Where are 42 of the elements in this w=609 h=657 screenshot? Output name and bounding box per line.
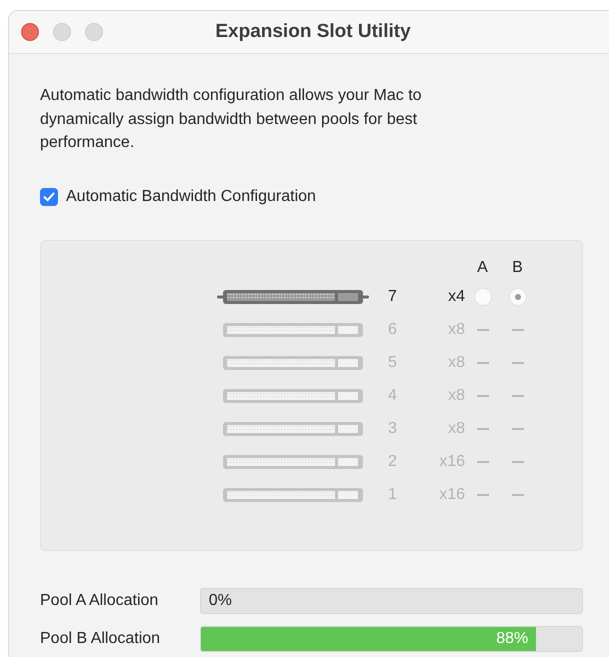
radio-button[interactable] (508, 288, 526, 306)
minimize-button[interactable] (53, 23, 71, 41)
pool-label: Pool B Allocation (40, 630, 162, 648)
lane-width: x16 (438, 486, 465, 504)
lane-width: x8 (447, 321, 465, 339)
column-header: A (476, 258, 489, 276)
dash-icon (512, 395, 524, 397)
slot-number: 5 (387, 354, 398, 372)
lane-width: x4 (447, 288, 465, 306)
dash-icon (512, 428, 524, 430)
allocation-reading: 88% (496, 628, 530, 648)
checkmark-icon (43, 192, 55, 202)
lane-width: x16 (438, 453, 465, 471)
slot-number: 2 (387, 453, 398, 471)
close-button[interactable] (21, 23, 39, 41)
dash-icon (476, 494, 488, 496)
lane-width: x8 (447, 354, 465, 372)
slot-number: 4 (387, 387, 398, 405)
checkbox-label[interactable]: Automatic Bandwidth Configuration (66, 188, 316, 206)
dash-icon (476, 428, 488, 430)
dash-icon (476, 362, 488, 364)
description-text: Automatic bandwidth configuration allows your Mac to dynamically assign bandwidth between pools for best performance. (40, 86, 423, 153)
slot-number: 3 (387, 420, 398, 438)
dash-icon (512, 494, 524, 496)
lane-width: x8 (447, 387, 465, 405)
column-header: B (511, 258, 524, 276)
radio-button[interactable] (474, 288, 492, 306)
pool-label: Pool A Allocation (40, 592, 160, 610)
slot-number: 1 (387, 486, 398, 504)
dash-icon (476, 461, 488, 463)
allocation-reading: 0% (208, 590, 232, 610)
dash-icon (512, 461, 524, 463)
zoom-button[interactable] (85, 23, 103, 41)
lane-width: x8 (447, 420, 465, 438)
dash-icon (512, 329, 524, 331)
slot-number: 6 (387, 321, 398, 339)
window-title: Expansion Slot Utility (215, 21, 411, 43)
dash-icon (476, 395, 488, 397)
slot-number: 7 (387, 288, 398, 306)
dash-icon (512, 362, 524, 364)
checkbox[interactable] (40, 188, 58, 206)
dash-icon (476, 329, 488, 331)
